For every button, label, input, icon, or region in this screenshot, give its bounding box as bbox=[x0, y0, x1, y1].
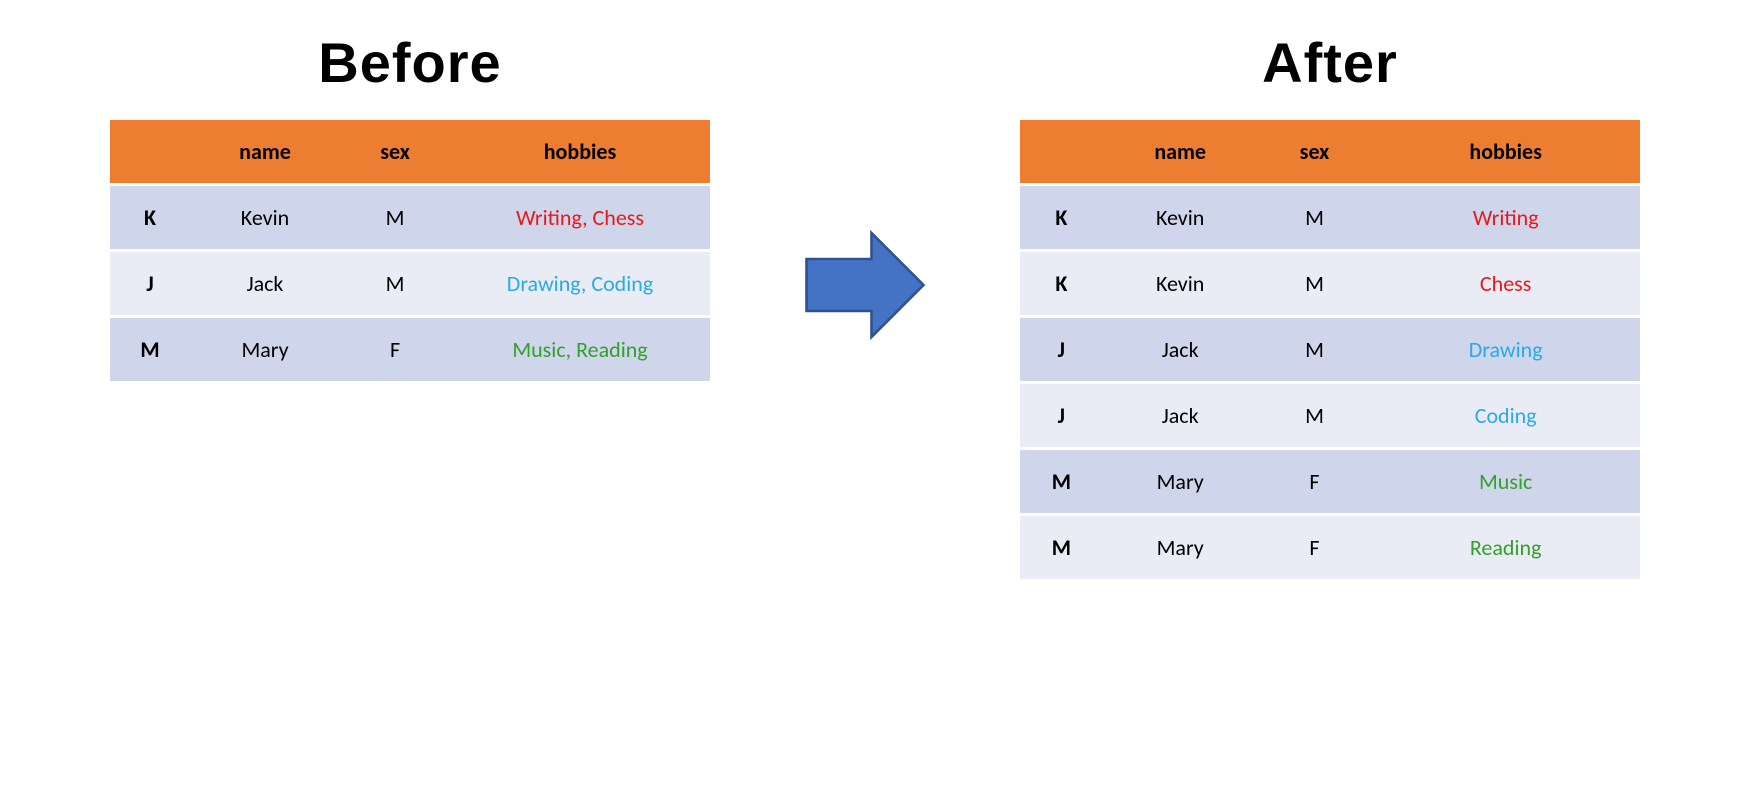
row-sex: M bbox=[1258, 251, 1372, 317]
row-name: Kevin bbox=[1103, 251, 1258, 317]
table-row: KKevinMWriting bbox=[1020, 185, 1640, 251]
before-table: name sex hobbies KKevinMWriting, ChessJJ… bbox=[110, 120, 710, 384]
row-hobbies: Reading bbox=[1371, 515, 1640, 581]
row-name: Jack bbox=[1103, 383, 1258, 449]
table-row: JJackMDrawing, Coding bbox=[110, 251, 710, 317]
row-hobbies: Writing bbox=[1371, 185, 1640, 251]
row-sex: M bbox=[1258, 317, 1372, 383]
row-hobbies: Writing, Chess bbox=[450, 185, 710, 251]
row-index: K bbox=[1020, 251, 1103, 317]
table-row: MMaryFReading bbox=[1020, 515, 1640, 581]
row-sex: M bbox=[340, 251, 450, 317]
row-index: M bbox=[110, 317, 190, 383]
row-hobbies: Music bbox=[1371, 449, 1640, 515]
row-sex: M bbox=[1258, 185, 1372, 251]
row-hobbies: Coding bbox=[1371, 383, 1640, 449]
before-title: Before bbox=[318, 30, 501, 95]
row-hobbies: Music, Reading bbox=[450, 317, 710, 383]
table-header-row: name sex hobbies bbox=[1020, 120, 1640, 185]
table-row: MMaryFMusic, Reading bbox=[110, 317, 710, 383]
col-sex: sex bbox=[1258, 120, 1372, 185]
row-hobbies: Drawing, Coding bbox=[450, 251, 710, 317]
col-sex: sex bbox=[340, 120, 450, 185]
arrow-container bbox=[800, 30, 930, 350]
row-name: Kevin bbox=[190, 185, 340, 251]
row-sex: F bbox=[340, 317, 450, 383]
diagram-container: Before name sex hobbies KKevinMWriting, … bbox=[0, 0, 1750, 582]
col-hobbies: hobbies bbox=[1371, 120, 1640, 185]
row-sex: M bbox=[1258, 383, 1372, 449]
arrow-right-icon bbox=[800, 220, 930, 350]
table-row: KKevinMWriting, Chess bbox=[110, 185, 710, 251]
row-index: J bbox=[1020, 317, 1103, 383]
after-title: After bbox=[1262, 30, 1398, 95]
table-header-row: name sex hobbies bbox=[110, 120, 710, 185]
col-name: name bbox=[190, 120, 340, 185]
row-hobbies: Drawing bbox=[1371, 317, 1640, 383]
row-name: Mary bbox=[190, 317, 340, 383]
row-sex: M bbox=[340, 185, 450, 251]
row-index: K bbox=[110, 185, 190, 251]
col-hobbies: hobbies bbox=[450, 120, 710, 185]
row-index: M bbox=[1020, 515, 1103, 581]
after-table: name sex hobbies KKevinMWritingKKevinMCh… bbox=[1020, 120, 1640, 582]
row-sex: F bbox=[1258, 449, 1372, 515]
row-index: J bbox=[1020, 383, 1103, 449]
row-name: Jack bbox=[1103, 317, 1258, 383]
row-index: K bbox=[1020, 185, 1103, 251]
table-row: KKevinMChess bbox=[1020, 251, 1640, 317]
before-panel: Before name sex hobbies KKevinMWriting, … bbox=[110, 30, 710, 384]
row-hobbies: Chess bbox=[1371, 251, 1640, 317]
row-name: Jack bbox=[190, 251, 340, 317]
row-index: M bbox=[1020, 449, 1103, 515]
col-idx bbox=[110, 120, 190, 185]
row-name: Mary bbox=[1103, 449, 1258, 515]
row-name: Mary bbox=[1103, 515, 1258, 581]
table-row: JJackMCoding bbox=[1020, 383, 1640, 449]
col-name: name bbox=[1103, 120, 1258, 185]
col-idx bbox=[1020, 120, 1103, 185]
row-sex: F bbox=[1258, 515, 1372, 581]
row-name: Kevin bbox=[1103, 185, 1258, 251]
table-row: MMaryFMusic bbox=[1020, 449, 1640, 515]
after-panel: After name sex hobbies KKevinMWritingKKe… bbox=[1020, 30, 1640, 582]
row-index: J bbox=[110, 251, 190, 317]
table-row: JJackMDrawing bbox=[1020, 317, 1640, 383]
